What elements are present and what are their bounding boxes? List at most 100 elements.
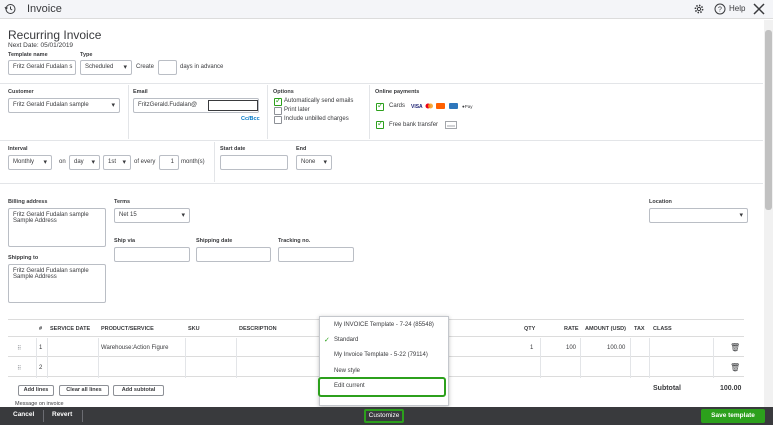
- menu-item-template-79114[interactable]: My Invoice Template - 5-22 (79114): [334, 352, 428, 358]
- menu-item-template-85548[interactable]: My INVOICE Template - 7-24 (85548): [334, 322, 434, 328]
- email-label: Email: [133, 89, 148, 95]
- divider: [0, 83, 763, 84]
- email-value: FritzGerald.Fudalan@: [138, 102, 198, 108]
- menu-item-new-style[interactable]: New style: [334, 368, 360, 374]
- trash-icon[interactable]: 🗑: [730, 363, 740, 372]
- clear-lines-button[interactable]: Clear all lines: [59, 385, 109, 396]
- row-product: Warehouse:Action Figure: [101, 345, 169, 351]
- recent-history-icon[interactable]: [4, 3, 16, 15]
- ship-via-label: Ship via: [114, 238, 136, 244]
- end-select[interactable]: None: [296, 155, 332, 170]
- help-label[interactable]: Help: [729, 4, 745, 13]
- col-amount: AMOUNT (USD): [585, 326, 626, 332]
- cards-label: Cards: [389, 103, 406, 109]
- tracking-input[interactable]: [278, 247, 354, 262]
- revert-button[interactable]: Revert: [52, 411, 72, 418]
- location-select[interactable]: [649, 208, 748, 223]
- unbilled-checkbox[interactable]: [274, 116, 282, 124]
- customer-label: Customer: [8, 89, 34, 95]
- auto-send-label: Automatically send emails: [284, 98, 354, 104]
- print-later-label: Print later: [284, 107, 310, 113]
- col-tax: TAX: [634, 326, 645, 332]
- card-logos-icon: VISA ●Pay: [411, 103, 473, 110]
- trash-icon[interactable]: 🗑: [730, 343, 740, 352]
- cc-bcc-link[interactable]: Cc/Bcc: [241, 116, 260, 122]
- subtotal-value: 100.00: [720, 385, 742, 392]
- type-select[interactable]: Scheduled: [80, 60, 132, 75]
- cancel-button[interactable]: Cancel: [13, 411, 34, 418]
- on-label: on: [59, 159, 66, 165]
- terms-label: Terms: [114, 199, 131, 205]
- scrollbar-thumb[interactable]: [765, 30, 772, 210]
- billing-address-label: Billing address: [8, 199, 48, 205]
- shipping-to-label: Shipping to: [8, 255, 39, 261]
- divider: [0, 183, 763, 184]
- end-value: None: [301, 159, 316, 165]
- type-label: Type: [80, 52, 93, 58]
- email-cursor-box[interactable]: [208, 100, 258, 111]
- shipping-date-label: Shipping date: [196, 238, 233, 244]
- terms-select[interactable]: Net 15: [114, 208, 190, 223]
- customer-value: Fritz Gerald Fudalan sample: [13, 102, 89, 108]
- months-label: month(s): [181, 159, 205, 165]
- terms-value: Net 15: [119, 212, 137, 218]
- shipping-date-input[interactable]: [196, 247, 271, 262]
- type-value: Scheduled: [85, 64, 114, 70]
- every-months-input[interactable]: 1: [159, 155, 179, 170]
- subtotal-label: Subtotal: [653, 385, 681, 392]
- help-icon[interactable]: ?: [714, 3, 726, 15]
- billing-address-input[interactable]: Fritz Gerald Fudalan sample Sample Addre…: [8, 208, 106, 247]
- close-icon[interactable]: [752, 2, 766, 16]
- divider: [98, 338, 99, 378]
- next-date: Next Date: 05/01/2019: [8, 42, 74, 49]
- online-payments-label: Online payments: [375, 89, 420, 95]
- customize-button[interactable]: Customize: [364, 409, 404, 423]
- drag-handle-icon[interactable]: ⠿: [17, 365, 21, 372]
- of-every-label: of every: [134, 159, 156, 165]
- title-bar: Invoice ? Help: [0, 0, 773, 19]
- customer-select[interactable]: Fritz Gerald Fudalan sample: [8, 98, 120, 113]
- col-service-date: SERVICE DATE: [50, 326, 91, 332]
- interval-frequency-select[interactable]: Monthly: [8, 155, 52, 170]
- svg-text:VISA: VISA: [411, 104, 423, 110]
- svg-text:●Pay: ●Pay: [462, 104, 473, 109]
- divider: [369, 85, 370, 139]
- interval-frequency-value: Monthly: [13, 159, 35, 165]
- divider: [185, 338, 186, 378]
- cards-checkbox[interactable]: [376, 101, 384, 111]
- divider: [649, 338, 650, 378]
- bank-transfer-label: Free bank transfer: [389, 122, 439, 128]
- add-subtotal-button[interactable]: Add subtotal: [113, 385, 164, 396]
- interval-day-select[interactable]: day: [69, 155, 100, 170]
- divider: [47, 338, 48, 378]
- bank-transfer-checkbox[interactable]: [376, 119, 384, 129]
- drag-handle-icon[interactable]: ⠿: [17, 345, 21, 352]
- interval-nth-select[interactable]: 1st: [103, 155, 131, 170]
- create-label: Create: [136, 64, 155, 70]
- checkmark-icon: ✓: [324, 337, 330, 344]
- svg-text:?: ?: [718, 7, 722, 14]
- menu-item-standard[interactable]: Standard: [334, 337, 358, 343]
- save-template-button[interactable]: Save template: [701, 409, 765, 423]
- divider: [267, 85, 268, 139]
- page-title: Recurring Invoice: [8, 28, 102, 42]
- add-lines-button[interactable]: Add lines: [18, 385, 54, 396]
- template-name-label: Template name: [8, 52, 48, 58]
- create-days-input[interactable]: [158, 60, 177, 75]
- ship-via-input[interactable]: [114, 247, 190, 262]
- auto-send-checkbox[interactable]: [274, 96, 282, 106]
- print-later-checkbox[interactable]: [274, 107, 282, 115]
- col-qty: QTY: [524, 326, 536, 332]
- days-advance-label: days in advance: [180, 64, 224, 70]
- divider: [580, 338, 581, 378]
- divider: [43, 410, 44, 422]
- scrollbar[interactable]: [764, 20, 773, 407]
- divider: [540, 338, 541, 378]
- start-date-input[interactable]: [220, 155, 288, 170]
- options-label: Options: [273, 89, 294, 95]
- shipping-to-input[interactable]: Fritz Gerald Fudalan sample Sample Addre…: [8, 264, 106, 303]
- template-name-input[interactable]: Fritz Gerald Fudalan s: [8, 60, 76, 75]
- divider: [0, 140, 763, 141]
- gear-icon[interactable]: [693, 3, 705, 15]
- row-rate: 100: [566, 345, 577, 351]
